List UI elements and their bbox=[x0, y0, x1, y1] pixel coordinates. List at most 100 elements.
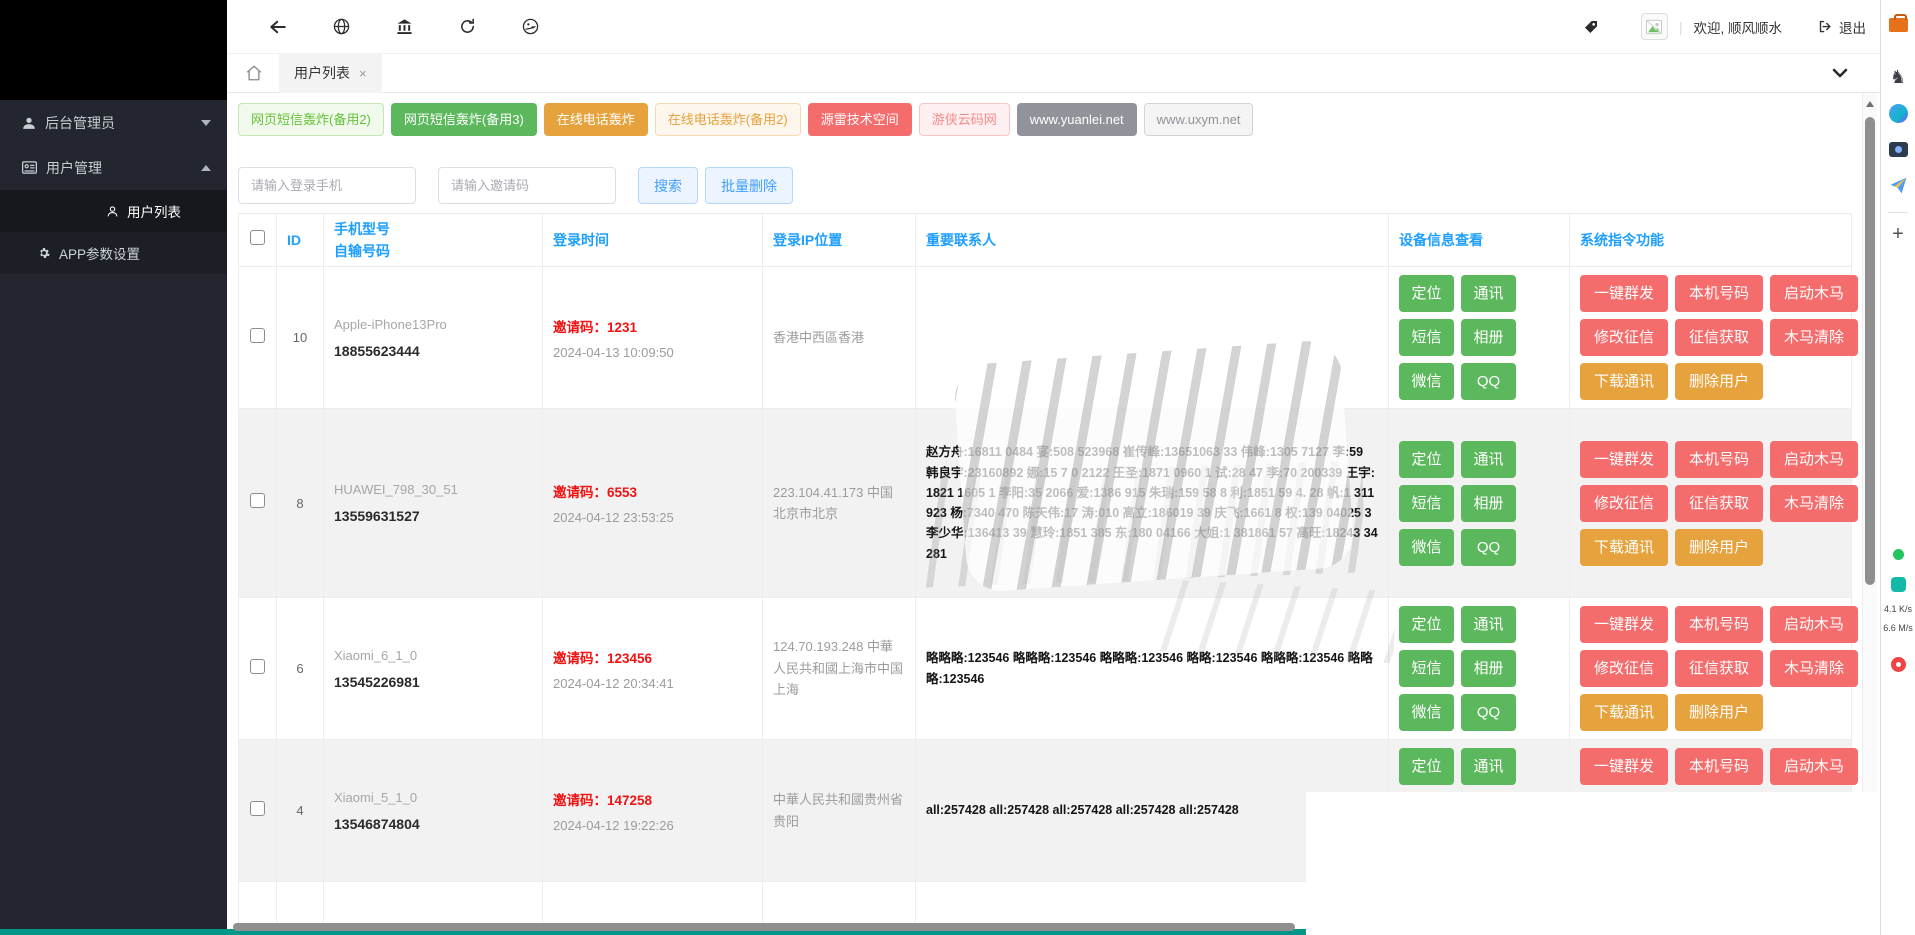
row-checkbox[interactable] bbox=[250, 801, 265, 816]
horizontal-scrollbar-thumb[interactable] bbox=[233, 923, 1295, 931]
cmd-btn-get-credit[interactable]: 征信获取 bbox=[1675, 319, 1763, 356]
link-youxia-cloud[interactable]: 游侠云码网 bbox=[919, 103, 1010, 136]
copilot-icon[interactable] bbox=[1887, 102, 1909, 124]
cmd-btn-delete-user[interactable]: 删除用户 bbox=[1675, 363, 1763, 400]
cmd-btn-download-contacts[interactable]: 下载通讯 bbox=[1580, 363, 1668, 400]
device-btn-sms[interactable]: 短信 bbox=[1399, 319, 1454, 356]
back-arrow-icon[interactable] bbox=[269, 19, 287, 35]
status-green-dot-icon[interactable] bbox=[1887, 544, 1909, 566]
device-btn-sms[interactable]: 短信 bbox=[1399, 650, 1454, 687]
link-uxym-net[interactable]: www.uxym.net bbox=[1144, 103, 1254, 136]
tabbar-chevron-down-icon[interactable] bbox=[1832, 68, 1848, 78]
tag-icon[interactable] bbox=[1583, 19, 1599, 35]
cmd-btn-modify-credit[interactable]: 修改征信 bbox=[1580, 650, 1668, 687]
chess-extension-icon[interactable]: ♞ bbox=[1887, 66, 1909, 88]
sidebar-item-user-list[interactable]: 用户列表 bbox=[0, 190, 227, 232]
tab-close-icon[interactable]: × bbox=[359, 66, 367, 81]
device-btn-contacts[interactable]: 通讯 bbox=[1461, 441, 1516, 478]
cell-ip: 中華人民共和國贵州省贵阳 bbox=[763, 740, 916, 882]
link-call-bomb-2[interactable]: 在线电话轰炸(备用2) bbox=[655, 103, 801, 136]
cmd-btn-local-number[interactable]: 本机号码 bbox=[1675, 748, 1763, 785]
cmd-btn-clear-trojan[interactable]: 木马清除 bbox=[1770, 319, 1858, 356]
cmd-btn-local-number[interactable]: 本机号码 bbox=[1675, 606, 1763, 643]
login-phone-input[interactable] bbox=[238, 167, 416, 204]
invite-code-input[interactable] bbox=[438, 167, 616, 204]
monitor-badge-icon[interactable] bbox=[1887, 574, 1909, 596]
device-btn-locate[interactable]: 定位 bbox=[1399, 441, 1454, 478]
sidebar-item-admin[interactable]: 后台管理员 bbox=[0, 100, 227, 145]
cmd-btn-delete-user[interactable]: 删除用户 bbox=[1675, 694, 1763, 731]
logout-button[interactable]: 退出 bbox=[1818, 17, 1866, 37]
cmd-btn-download-contacts[interactable]: 下载通讯 bbox=[1580, 529, 1668, 566]
cmd-btn-get-credit[interactable]: 征信获取 bbox=[1675, 650, 1763, 687]
cmd-btn-start-trojan[interactable]: 启动木马 bbox=[1770, 748, 1858, 785]
device-btn-album[interactable]: 相册 bbox=[1461, 650, 1516, 687]
table-row: 10 Apple-iPhone13Pro 18855623444 邀请码：123… bbox=[239, 267, 1852, 409]
cmd-btn-clear-trojan[interactable]: 木马清除 bbox=[1770, 485, 1858, 522]
device-btn-locate[interactable]: 定位 bbox=[1399, 606, 1454, 643]
device-btn-contacts[interactable]: 通讯 bbox=[1461, 275, 1516, 312]
sidebar-item-app-settings[interactable]: APP参数设置 bbox=[0, 232, 227, 274]
vertical-scrollbar-thumb[interactable] bbox=[1865, 117, 1875, 585]
record-red-icon[interactable] bbox=[1887, 653, 1909, 675]
cmd-btn-start-trojan[interactable]: 启动木马 bbox=[1770, 606, 1858, 643]
device-btn-qq[interactable]: QQ bbox=[1461, 363, 1516, 400]
device-btn-wechat[interactable]: 微信 bbox=[1399, 363, 1454, 400]
scroll-up-arrow-icon[interactable] bbox=[1866, 101, 1874, 107]
link-yuanlei-space[interactable]: 源雷技术空间 bbox=[808, 103, 912, 136]
compass-globe-icon[interactable] bbox=[522, 18, 539, 35]
cmd-btn-local-number[interactable]: 本机号码 bbox=[1675, 275, 1763, 312]
link-sms-bomb-3[interactable]: 网页短信轰炸(备用3) bbox=[391, 103, 537, 136]
device-btn-album[interactable]: 相册 bbox=[1461, 319, 1516, 356]
cell-phone-number: 13545226981 bbox=[334, 674, 532, 690]
cmd-btn-mass-send[interactable]: 一键群发 bbox=[1580, 606, 1668, 643]
device-btn-qq[interactable]: QQ bbox=[1461, 529, 1516, 566]
link-yuanlei-net[interactable]: www.yuanlei.net bbox=[1017, 103, 1137, 136]
search-button[interactable]: 搜索 bbox=[638, 167, 698, 204]
cmd-btn-clear-trojan[interactable]: 木马清除 bbox=[1770, 650, 1858, 687]
cmd-btn-mass-send[interactable]: 一键群发 bbox=[1580, 748, 1668, 785]
sidebar-item-user-mgmt[interactable]: 用户管理 bbox=[0, 145, 227, 190]
header-ip: 登录IP位置 bbox=[763, 214, 916, 267]
cmd-btn-delete-user[interactable]: 删除用户 bbox=[1675, 529, 1763, 566]
avatar[interactable] bbox=[1641, 13, 1668, 40]
cmd-btn-download-contacts[interactable]: 下载通讯 bbox=[1580, 694, 1668, 731]
paper-plane-icon[interactable] bbox=[1887, 174, 1909, 196]
device-btn-contacts[interactable]: 通讯 bbox=[1461, 606, 1516, 643]
home-icon[interactable] bbox=[245, 64, 263, 82]
device-btn-album[interactable]: 相册 bbox=[1461, 485, 1516, 522]
cmd-btn-local-number[interactable]: 本机号码 bbox=[1675, 441, 1763, 478]
cmd-btn-start-trojan[interactable]: 启动木马 bbox=[1770, 275, 1858, 312]
cell-phone-model: Xiaomi_6_1_0 bbox=[334, 648, 532, 663]
row-checkbox[interactable] bbox=[250, 328, 265, 343]
device-btn-wechat[interactable]: 微信 bbox=[1399, 529, 1454, 566]
sidebar-item-label: 后台管理员 bbox=[45, 113, 115, 133]
divider: | bbox=[1679, 19, 1683, 35]
cell-contacts: 略略略:123546 略略略:123546 略略略:123546 略略:1235… bbox=[916, 598, 1389, 740]
add-extension-icon[interactable]: + bbox=[1892, 223, 1904, 246]
screenshot-camera-icon[interactable] bbox=[1887, 138, 1909, 160]
link-sms-bomb-2[interactable]: 网页短信轰炸(备用2) bbox=[238, 103, 384, 136]
row-checkbox[interactable] bbox=[250, 493, 265, 508]
device-btn-locate[interactable]: 定位 bbox=[1399, 275, 1454, 312]
link-call-bomb[interactable]: 在线电话轰炸 bbox=[544, 103, 648, 136]
cmd-btn-mass-send[interactable]: 一键群发 bbox=[1580, 275, 1668, 312]
cmd-btn-mass-send[interactable]: 一键群发 bbox=[1580, 441, 1668, 478]
cmd-btn-modify-credit[interactable]: 修改征信 bbox=[1580, 319, 1668, 356]
bank-icon[interactable] bbox=[396, 18, 413, 35]
toolbox-icon[interactable] bbox=[1887, 14, 1909, 36]
tab-user-list[interactable]: 用户列表 × bbox=[279, 54, 382, 93]
select-all-checkbox[interactable] bbox=[250, 230, 265, 245]
batch-delete-button[interactable]: 批量删除 bbox=[705, 167, 793, 204]
cmd-btn-start-trojan[interactable]: 启动木马 bbox=[1770, 441, 1858, 478]
cmd-btn-get-credit[interactable]: 征信获取 bbox=[1675, 485, 1763, 522]
device-btn-wechat[interactable]: 微信 bbox=[1399, 694, 1454, 731]
row-checkbox[interactable] bbox=[250, 659, 265, 674]
device-btn-qq[interactable]: QQ bbox=[1461, 694, 1516, 731]
device-btn-locate[interactable]: 定位 bbox=[1399, 748, 1454, 785]
refresh-icon[interactable] bbox=[459, 18, 476, 35]
device-btn-contacts[interactable]: 通讯 bbox=[1461, 748, 1516, 785]
cmd-btn-modify-credit[interactable]: 修改征信 bbox=[1580, 485, 1668, 522]
device-btn-sms[interactable]: 短信 bbox=[1399, 485, 1454, 522]
globe-icon[interactable] bbox=[333, 18, 350, 35]
